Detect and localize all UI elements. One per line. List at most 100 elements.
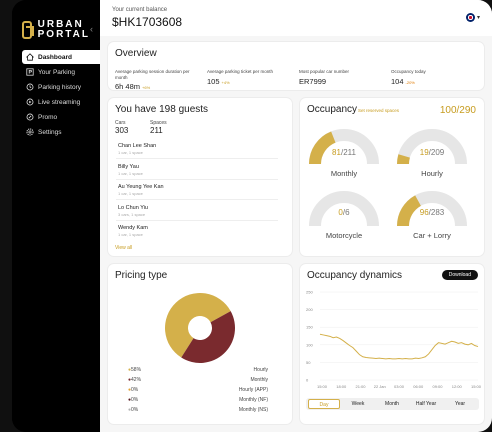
home-icon [26, 53, 34, 61]
gauge-car-lorry-label: Car + Lorry [413, 231, 451, 240]
guest-list-item[interactable]: Billy Yau 1 car, 1 space [118, 164, 278, 176]
gauge-used: 96 [419, 208, 429, 217]
sidebar-item-label: Promo [38, 113, 58, 121]
guests-title: You have 198 guests [115, 104, 209, 115]
occupancy-card: Occupancy Set reserved spaces 100/290 81… [300, 98, 484, 256]
guest-name: Lo Chun Yiu [118, 205, 148, 211]
device-frame: URBAN PORTAL ‹ Dashboard Your Parking Pa… [12, 0, 492, 432]
overview-stat-ticket: Average parking ticket per month 105 +4% [207, 69, 295, 86]
divider [116, 220, 278, 221]
sidebar-item-label: Parking history [38, 83, 81, 91]
pricing-pie-chart [165, 293, 235, 363]
legend-percent-text: 0% [131, 387, 139, 393]
guests-spaces: Spaces 211 [150, 120, 167, 135]
period-tab-year[interactable]: Year [444, 399, 476, 409]
y-tick-label: 150 [306, 325, 313, 330]
parking-icon [26, 68, 34, 76]
topbar: Your current balance $HK1703608 ▾ [100, 0, 492, 36]
logo-mark-icon [22, 21, 34, 39]
legend-label: Monthly (NS) [238, 407, 268, 413]
guest-name: Chan Lee Shan [118, 143, 157, 149]
balance-label: Your current balance [112, 7, 168, 13]
guest-list-item[interactable]: Lo Chun Yiu 3 cars, 1 space [118, 205, 278, 217]
occupancy-series-line [319, 333, 479, 360]
gauge-hourly-label: Hourly [421, 169, 443, 178]
legend-percent-text: 58% [131, 367, 142, 373]
brand-line2: PORTAL [37, 29, 90, 40]
y-tick-label: 100 [306, 342, 313, 347]
occupancy-line-chart: 250 200 150 100 50 0 15:00 18:00 21:00 22 Jan 03:0… [306, 290, 482, 390]
guest-name: Billy Yau [118, 164, 139, 170]
gauge-monthly-value: 81/211 [332, 148, 356, 157]
period-tab-half-year[interactable]: Half Year [410, 399, 442, 409]
gauge-used: 81 [332, 148, 341, 157]
guest-sub: 1 car, 1 space [118, 232, 143, 237]
guests-card: You have 198 guests Cars 303 Spaces 211 … [108, 98, 292, 256]
guest-list-item[interactable]: Au Yeung Yee Kan 1 car, 1 space [118, 184, 278, 196]
stat-delta: +6% [142, 85, 151, 90]
sidebar-item-promo[interactable]: Promo [22, 110, 100, 124]
sidebar-item-label: Your Parking [38, 68, 75, 76]
gauge-cap: 209 [430, 148, 445, 157]
sidebar-item-settings[interactable]: Settings [22, 125, 100, 139]
balance-value: $HK1703608 [112, 15, 183, 29]
stat-value: ER7999 [299, 76, 327, 86]
sidebar-item-live-streaming[interactable]: Live streaming [22, 95, 100, 109]
x-tick-label: 18:00 [336, 384, 347, 389]
legend-percent: ●0% [128, 397, 139, 403]
sidebar-item-parking-history[interactable]: Parking history [22, 80, 100, 94]
sidebar-item-dashboard[interactable]: Dashboard [22, 50, 100, 64]
x-tick-label: 22 Jan [374, 384, 386, 389]
guest-sub: 1 car, 1 space [118, 150, 143, 155]
sidebar-item-label: Dashboard [38, 53, 72, 61]
legend-row: ●0% Monthly (NS) [128, 407, 268, 415]
gauge-cap: 211 [343, 148, 356, 157]
download-button[interactable]: Download [441, 270, 478, 280]
overview-title: Overview [115, 48, 157, 59]
promo-icon [26, 113, 34, 121]
uk-flag-icon [465, 13, 475, 22]
stat-label: Most popular car number [299, 69, 350, 74]
language-selector[interactable]: ▾ [465, 13, 480, 22]
pricing-title: Pricing type [115, 270, 168, 281]
brand-logo[interactable]: URBAN PORTAL [22, 14, 90, 46]
period-tab-week[interactable]: Week [342, 399, 374, 409]
cars-value: 303 [115, 126, 129, 135]
occupancy-total: 100/290 [439, 105, 476, 116]
x-tick-label: 09:00 [432, 384, 443, 389]
x-tick-label: 15:00 [471, 384, 482, 389]
guest-name: Au Yeung Yee Kan [118, 184, 164, 190]
dynamics-title: Occupancy dynamics [307, 270, 403, 281]
guest-sub: 1 car, 1 space [118, 191, 143, 196]
overview-stat-duration: Average parking session duration per mon… [115, 69, 203, 91]
legend-row: ●0% Monthly (NF) [128, 397, 268, 405]
sidebar-item-your-parking[interactable]: Your Parking [22, 65, 100, 79]
guests-cars: Cars 303 [115, 120, 128, 135]
legend-row: ●0% Hourly (APP) [128, 387, 268, 395]
legend-label: Hourly [253, 367, 268, 373]
x-tick-label: 21:00 [355, 384, 366, 389]
divider [116, 179, 278, 180]
guest-list-item[interactable]: Chan Lee Shan 1 car, 1 space [118, 143, 278, 155]
gear-icon [26, 128, 34, 136]
stat-value: 6h 48m [115, 82, 141, 91]
guest-sub: 1 car, 1 space [118, 171, 143, 176]
legend-percent: ●0% [128, 407, 139, 413]
period-tab-month[interactable]: Month [376, 399, 408, 409]
pricing-card: Pricing type ●58% Hourly ●42% Monthly ●0% Hou… [108, 264, 292, 424]
stat-value: 104 [391, 76, 404, 86]
stat-delta: -20% [405, 79, 415, 85]
occupancy-title: Occupancy [307, 104, 358, 115]
collapse-sidebar-icon[interactable]: ‹ [90, 24, 93, 34]
dynamics-card: Occupancy dynamics Download 250 200 150 100… [300, 264, 484, 424]
view-all-link[interactable]: View all [115, 245, 132, 251]
legend-percent-text: 0% [131, 397, 139, 403]
overview-stat-popular-car: Most popular car number ER7999 [299, 69, 387, 86]
x-tick-label: 15:00 [317, 384, 328, 389]
period-tab-day[interactable]: Day [308, 399, 340, 409]
legend-row: ●42% Monthly [128, 377, 268, 385]
gauge-fill [397, 154, 410, 165]
guest-list-item[interactable]: Wendy Kam 1 car, 1 space [118, 225, 278, 237]
history-icon [26, 83, 34, 91]
set-reserved-spaces-link[interactable]: Set reserved spaces [358, 108, 399, 113]
